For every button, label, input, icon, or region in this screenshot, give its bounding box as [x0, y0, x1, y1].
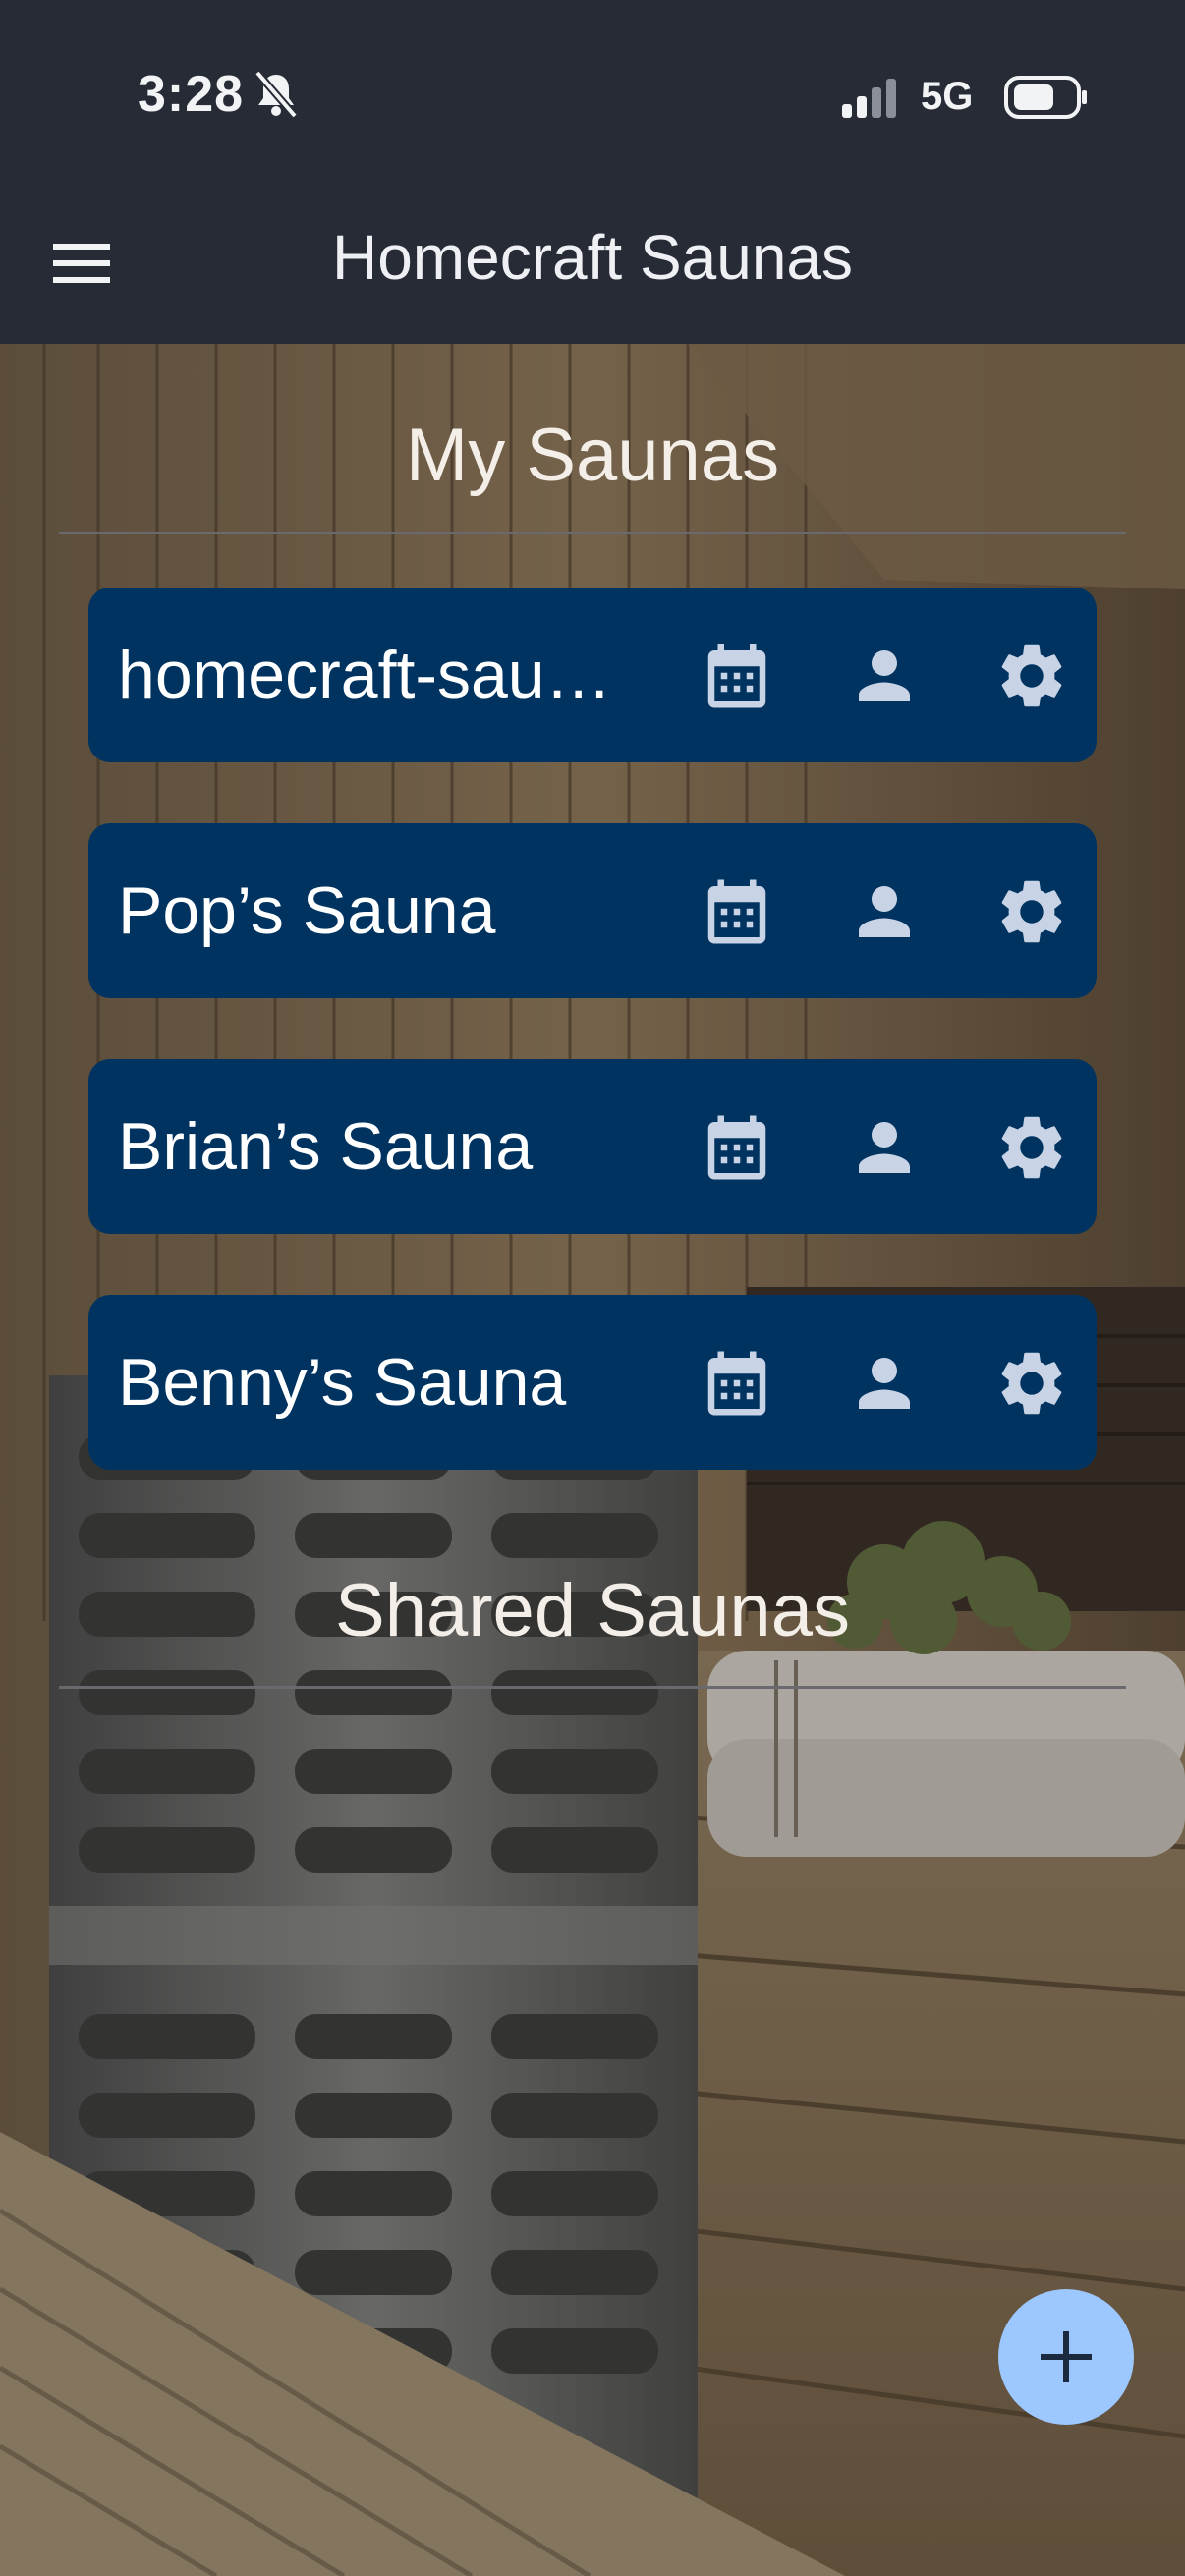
signal-icon — [842, 79, 896, 118]
app-title: Homecraft Saunas — [331, 222, 854, 293]
status-time: 3:28 — [138, 66, 245, 123]
sauna-card[interactable]: Benny’s Sauna — [88, 1295, 1097, 1470]
network-label: 5G — [921, 75, 974, 118]
person-icon[interactable] — [845, 1108, 924, 1187]
bell-muted-icon — [254, 70, 299, 119]
gear-icon[interactable] — [992, 1108, 1071, 1187]
person-icon[interactable] — [845, 637, 924, 715]
sauna-name[interactable]: Benny’s Sauna — [118, 1295, 668, 1470]
calendar-icon[interactable] — [698, 1108, 776, 1187]
my-saunas-divider — [59, 532, 1126, 534]
sauna-card[interactable]: Pop’s Sauna — [88, 823, 1097, 998]
my-saunas-title: My Saunas — [405, 414, 780, 497]
sauna-name[interactable]: Pop’s Sauna — [118, 823, 668, 998]
shared-saunas-divider — [59, 1686, 1126, 1689]
battery-icon — [1004, 76, 1087, 119]
add-sauna-button[interactable] — [998, 2289, 1134, 2425]
person-icon[interactable] — [845, 872, 924, 951]
calendar-icon[interactable] — [698, 872, 776, 951]
plus-icon — [1041, 2331, 1092, 2382]
calendar-icon[interactable] — [698, 637, 776, 715]
sauna-card[interactable]: Brian’s Sauna — [88, 1059, 1097, 1234]
calendar-icon[interactable] — [698, 1344, 776, 1423]
gear-icon[interactable] — [992, 637, 1071, 715]
sauna-name[interactable]: Brian’s Sauna — [118, 1059, 668, 1234]
gear-icon[interactable] — [992, 1344, 1071, 1423]
shared-saunas-title: Shared Saunas — [335, 1569, 850, 1652]
app-header: 3:28 5G Homecraft Saunas — [0, 0, 1185, 344]
person-icon[interactable] — [845, 1344, 924, 1423]
gear-icon[interactable] — [992, 872, 1071, 951]
sauna-card[interactable]: homecraft-sau… — [88, 588, 1097, 762]
sauna-name[interactable]: homecraft-sau… — [118, 588, 668, 762]
